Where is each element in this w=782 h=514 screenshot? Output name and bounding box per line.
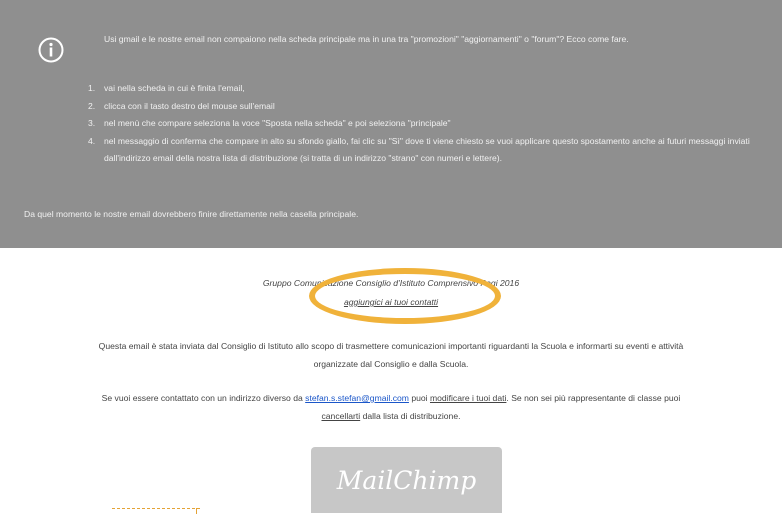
notice-intro: Usi gmail e le nostre email non compaion… — [104, 34, 629, 44]
steps-list: 1. vai nella scheda in cui è finita l'ema… — [88, 80, 768, 168]
footer-subscription-text: Se vuoi essere contattato con un indiriz… — [0, 389, 782, 425]
step-number: 4. — [88, 135, 96, 146]
add-to-contacts-link[interactable]: aggiungici ai tuoi contatti — [344, 297, 438, 307]
notice-outro: Da quel momento le nostre email dovrebbe… — [24, 209, 359, 219]
subscription-text-middle: puoi — [408, 393, 430, 403]
step-text: nel messaggio di conferma che compare in… — [104, 135, 750, 164]
dashed-annotation-line — [112, 508, 200, 509]
add-contacts-row: aggiungici ai tuoi contatti — [0, 297, 782, 307]
mailchimp-logo-text: MailChimp — [336, 465, 477, 495]
step-item: 3. nel menù che compare seleziona la voce… — [88, 115, 768, 133]
purpose-line-1: Questa email è stata inviata dal Consigl… — [98, 341, 684, 351]
step-item: 4. nel messaggio di conferma che compare … — [88, 133, 768, 168]
highlight-ellipse — [309, 268, 501, 324]
unsubscribe-link[interactable]: cancellarti — [321, 411, 360, 421]
info-circle-icon — [38, 37, 64, 63]
step-number: 2. — [88, 100, 96, 111]
step-item: 2. clicca con il tasto destro del mouse s… — [88, 98, 768, 116]
mailchimp-badge[interactable]: MailChimp — [311, 447, 502, 513]
sender-name: Gruppo Comunicazione Consiglio d'Istitut… — [262, 278, 520, 288]
subscription-text-after: . Se non sei più rappresentante di class… — [506, 393, 681, 403]
footer-purpose-text: Questa email è stata inviata dal Consigl… — [0, 337, 782, 373]
subscriber-email-link[interactable]: stefan.s.stefan@gmail.com — [305, 393, 409, 403]
subscription-text-end: dalla lista di distribuzione. — [360, 411, 461, 421]
purpose-line-2: organizzate dal Consiglio e dalla Scuola… — [313, 359, 469, 369]
step-text: clicca con il tasto destro del mouse sul… — [104, 100, 275, 111]
step-item: 1. vai nella scheda in cui è finita l'ema… — [88, 80, 768, 98]
step-number: 3. — [88, 118, 96, 128]
update-profile-link[interactable]: modificare i tuoi dati — [430, 393, 506, 403]
gmail-tabs-notice: Usi gmail e le nostre email non compaion… — [0, 0, 782, 248]
step-text: nel menù che compare seleziona la voce "… — [104, 118, 451, 128]
subscription-text-before: Se vuoi essere contattato con un indiriz… — [101, 393, 306, 403]
step-text: vai nella scheda in cui è finita l'email… — [104, 83, 245, 93]
step-number: 1. — [88, 83, 96, 93]
dashed-annotation-cap — [196, 508, 197, 514]
